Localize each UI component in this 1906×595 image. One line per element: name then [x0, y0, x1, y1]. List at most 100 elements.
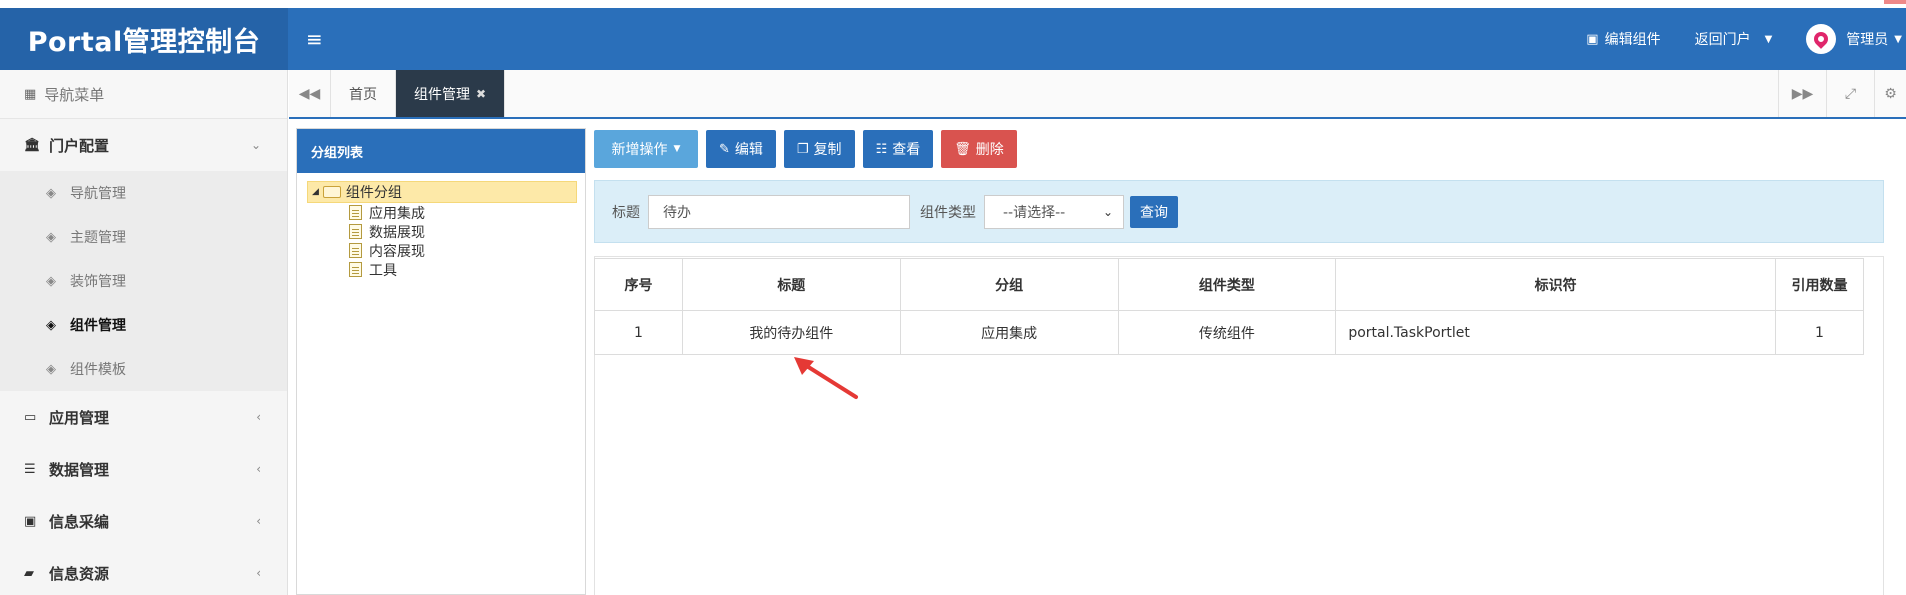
tree-root-node[interactable]: ◢ 组件分组 — [307, 181, 577, 203]
table-cell: 我的待办组件 — [681, 310, 901, 355]
column-header[interactable]: 标题 — [681, 258, 901, 311]
table-row[interactable]: 1 我的待办组件 应用集成 传统组件 portal.TaskPortlet 1 — [594, 310, 1864, 355]
delete-label: 删除 — [975, 142, 1004, 158]
book-icon: ▰ — [24, 565, 34, 581]
user-name: 管理员 — [1846, 32, 1889, 48]
top-bar: Portal管理控制台 ≡ ▣ 编辑组件 返回门户 ▼ 管理员 ▼ — [0, 0, 1906, 70]
sidebar-group-info-resource[interactable]: ▰ 信息资源 ‹ — [0, 547, 287, 595]
component-type-select[interactable]: --请选择-- ⌄ — [984, 194, 1124, 229]
sidebar-group-portal-config[interactable]: 🏛 门户配置 ⌄ — [0, 119, 287, 171]
sidebar-item-label: 组件管理 — [70, 318, 126, 334]
sidebar-item-theme-manage[interactable]: ◈ 主题管理 — [0, 215, 287, 259]
tab-bar-right-controls: ▶▶ ⤢ ⚙ — [1778, 70, 1906, 117]
new-action-dropdown[interactable]: 新增操作 ▼ — [594, 130, 698, 168]
search-panel: 标题 组件类型 --请选择-- ⌄ 查询 — [594, 180, 1884, 243]
bank-icon: 🏛 — [24, 137, 41, 153]
location-pin-icon — [1811, 29, 1832, 49]
sidebar-item-label: 装饰管理 — [70, 274, 126, 290]
document-icon — [349, 205, 362, 220]
title-label: 标题 — [612, 204, 640, 221]
edit-label: 编辑 — [734, 142, 763, 158]
sidebar-group-label: 信息资源 — [49, 564, 110, 583]
tab-bar: ◀◀ 首页 组件管理 ✖ ▶▶ ⤢ ⚙ — [289, 70, 1906, 119]
back-portal-dropdown[interactable]: 返回门户 ▼ — [1695, 29, 1773, 49]
group-list-panel: 分组列表 ◢ 组件分组 应用集成 数据展现 内容展现 工具 — [296, 128, 586, 595]
trash-icon: 🗑 — [954, 141, 971, 157]
document-icon — [349, 243, 362, 258]
table-cell: 1 — [594, 310, 683, 355]
tree-node-label: 内容展现 — [369, 243, 425, 260]
sidebar-header: ▦ 导航菜单 — [0, 70, 287, 119]
tree-node[interactable]: 应用集成 — [307, 203, 575, 222]
copy-button[interactable]: ❐ 复制 — [783, 130, 855, 168]
leaf-icon: ◈ — [46, 185, 56, 201]
column-header[interactable]: 引用数量 — [1775, 258, 1864, 311]
table-cell: portal.TaskPortlet — [1335, 310, 1777, 355]
chevron-left-icon: ‹ — [256, 462, 261, 476]
tab-scroll-right-button[interactable]: ▶▶ — [1778, 70, 1826, 117]
caret-down-icon: ▼ — [673, 144, 681, 154]
chevron-down-icon: ⌄ — [1102, 204, 1113, 219]
query-button[interactable]: 查询 — [1130, 195, 1178, 228]
table-cell: 应用集成 — [899, 310, 1119, 355]
sidebar-group-data-manage[interactable]: ☰ 数据管理 ‹ — [0, 443, 287, 495]
new-action-label: 新增操作 — [611, 142, 668, 158]
component-type-selected: --请选择-- — [1003, 204, 1066, 221]
title-search-input[interactable] — [648, 194, 910, 229]
sidebar-group-label: 应用管理 — [49, 408, 110, 427]
copy-icon: ❐ — [796, 141, 809, 157]
tab-home[interactable]: 首页 — [331, 70, 396, 117]
sidebar-title: 导航菜单 — [44, 85, 105, 104]
sidebar-item-component-template[interactable]: ◈ 组件模板 — [0, 347, 287, 391]
chevron-left-icon: ‹ — [256, 410, 261, 424]
fullscreen-icon[interactable]: ⤢ — [1826, 70, 1874, 117]
sidebar-group-info-edit[interactable]: ▣ 信息采编 ‹ — [0, 495, 287, 547]
leaf-icon: ◈ — [46, 229, 56, 245]
column-header[interactable]: 组件类型 — [1117, 258, 1337, 311]
id-card-icon: ▣ — [24, 513, 37, 529]
sidebar-group-label: 数据管理 — [49, 460, 110, 479]
tab-label: 首页 — [349, 86, 377, 103]
column-header[interactable]: 分组 — [899, 258, 1119, 311]
sidebar-item-label: 组件模板 — [70, 362, 126, 378]
edit-button[interactable]: ✎ 编辑 — [706, 130, 776, 168]
tree-node[interactable]: 数据展现 — [307, 222, 575, 241]
sidebar-item-label: 主题管理 — [70, 230, 126, 246]
list-icon: ☰ — [24, 461, 36, 477]
avatar — [1806, 24, 1837, 54]
document-icon — [349, 224, 362, 239]
tab-component-manage[interactable]: 组件管理 ✖ — [396, 70, 506, 117]
edit-icon: ✎ — [719, 141, 730, 157]
list-icon: ☷ — [875, 141, 888, 157]
user-menu[interactable]: 管理员 ▼ — [1806, 24, 1902, 54]
red-arrow-annotation — [794, 357, 858, 399]
grid-icon: ▦ — [24, 86, 37, 102]
group-tree: ◢ 组件分组 应用集成 数据展现 内容展现 工具 — [297, 173, 585, 287]
triangle-down-icon[interactable]: ◢ — [312, 187, 319, 197]
app-brand[interactable]: Portal管理控制台 — [0, 8, 288, 70]
column-header[interactable]: 序号 — [594, 258, 683, 311]
sidebar-item-component-manage[interactable]: ◈ 组件管理 — [0, 303, 287, 347]
column-header[interactable]: 标识符 — [1335, 258, 1777, 311]
edit-component-link[interactable]: ▣ 编辑组件 — [1586, 29, 1660, 49]
window-edge-mark — [1884, 0, 1906, 4]
tree-node[interactable]: 内容展现 — [307, 241, 575, 260]
sidebar-item-nav-manage[interactable]: ◈ 导航管理 — [0, 171, 287, 215]
action-toolbar: 新增操作 ▼ ✎ 编辑 ❐ 复制 ☷ 查看 🗑 删除 — [594, 130, 1025, 168]
menu-toggle-icon[interactable]: ≡ — [306, 27, 323, 51]
leaf-icon: ◈ — [46, 361, 56, 377]
sidebar-submenu: ◈ 导航管理 ◈ 主题管理 ◈ 装饰管理 ◈ 组件管理 ◈ 组件模板 — [0, 171, 287, 391]
folder-icon — [322, 186, 341, 198]
tree-node[interactable]: 工具 — [307, 260, 575, 279]
leaf-icon: ◈ — [46, 273, 56, 289]
delete-button[interactable]: 🗑 删除 — [941, 130, 1017, 168]
caret-down-icon: ▼ — [1894, 33, 1902, 45]
sidebar-item-decor-manage[interactable]: ◈ 装饰管理 — [0, 259, 287, 303]
tree-root-label: 组件分组 — [345, 185, 402, 201]
close-icon[interactable]: ✖ — [476, 87, 486, 101]
component-table: 序号 标题 分组 组件类型 标识符 引用数量 1 我的待办组件 应用集成 传统组… — [594, 258, 1864, 355]
view-button[interactable]: ☷ 查看 — [862, 130, 934, 168]
sidebar-group-app-manage[interactable]: ▭ 应用管理 ‹ — [0, 391, 287, 443]
gear-icon[interactable]: ⚙ — [1874, 70, 1906, 117]
tab-scroll-left-button[interactable]: ◀◀ — [289, 70, 331, 117]
